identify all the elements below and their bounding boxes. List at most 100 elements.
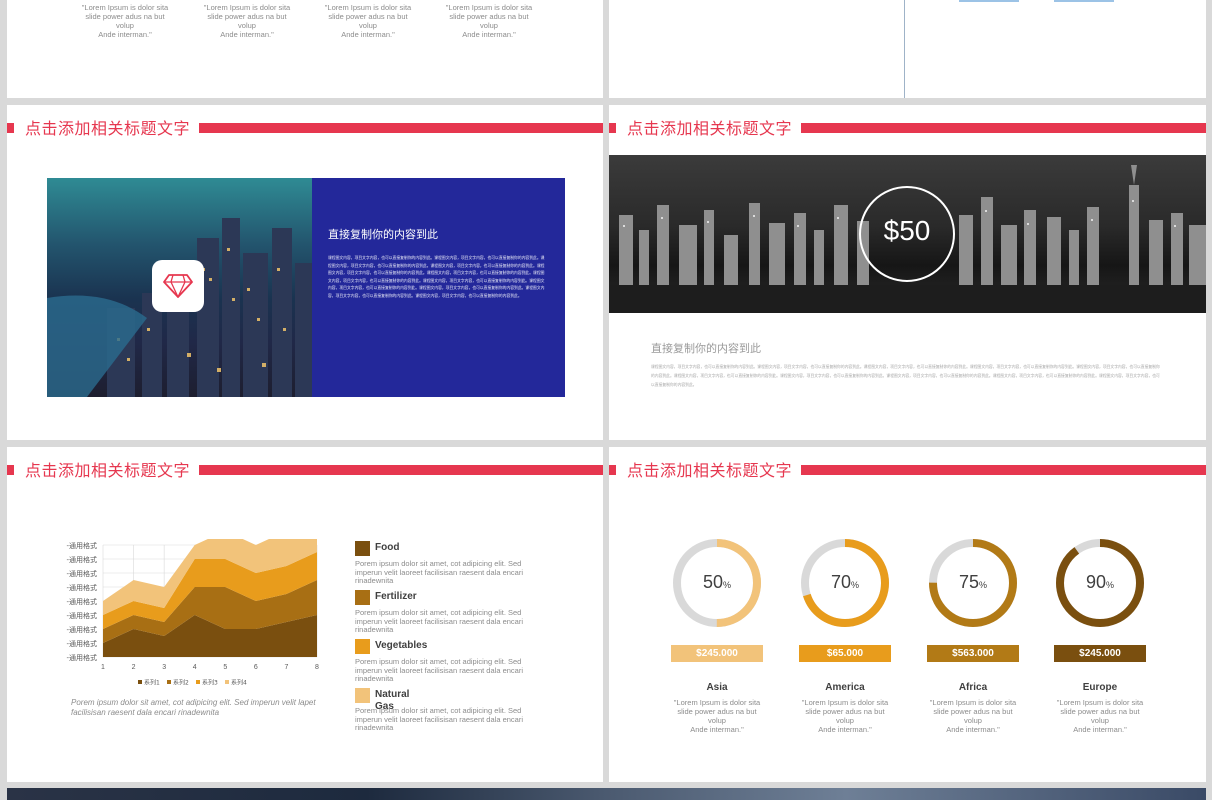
link-stub bbox=[959, 0, 1019, 2]
city-photo bbox=[47, 178, 312, 397]
slide-skyline[interactable]: 点击添加相关标题文字 $50 直接复制你的内容到此 课程图文内容，项目文字内容，… bbox=[609, 105, 1206, 440]
legend-entry-3: 系列3 bbox=[202, 679, 218, 687]
region-label: Africa bbox=[958, 682, 988, 693]
ring-percent-value: 50 bbox=[702, 572, 723, 592]
text-panel: 直接复制你的内容到此 课程图文内容，项目文字内容，也可以直接复制你的内容到此。课… bbox=[312, 178, 565, 397]
x-tick-label: 3 bbox=[162, 664, 166, 671]
quote-line: Ande interman." bbox=[1073, 725, 1127, 734]
legend-swatch-natural-gas bbox=[355, 688, 370, 703]
legend-desc-natural-gas: Porem ipsum dolor sit amet, cot adipicin… bbox=[355, 706, 524, 732]
x-tick-label: 4 bbox=[193, 664, 197, 671]
slide-title: 点击添加相关标题文字 bbox=[627, 119, 793, 138]
y-tick-label: -通用格式 bbox=[66, 653, 97, 662]
slide-title: 点击添加相关标题文字 bbox=[25, 119, 191, 138]
quote-line: Ande interman." bbox=[818, 725, 872, 734]
quote-line: Ande interman." bbox=[946, 725, 1000, 734]
panel-heading: 直接复制你的内容到此 bbox=[328, 228, 438, 241]
y-tick-label: -通用格式 bbox=[66, 639, 97, 648]
region-quote: "Lorem Ipsum is dolor sita slide power ad… bbox=[667, 698, 767, 734]
y-tick-label: -通用格式 bbox=[66, 569, 97, 578]
ring-percent-value: 75 bbox=[958, 572, 979, 592]
legend-desc-food: Porem ipsum dolor sit amet, cot adipicin… bbox=[355, 559, 524, 585]
ring-percent: 75% bbox=[927, 572, 1019, 593]
skyline-heading: 直接复制你的内容到此 bbox=[651, 342, 761, 355]
title-accent bbox=[7, 465, 14, 475]
slide-top-left[interactable]: "Lorem Ipsum is dolor sita slide power a… bbox=[7, 0, 603, 98]
quote-text: "Lorem Ipsum is dolor sita slide power a… bbox=[445, 3, 533, 39]
slide-title: 点击添加相关标题文字 bbox=[627, 461, 793, 480]
x-tick-label: 1 bbox=[101, 664, 105, 671]
region-quote: "Lorem Ipsum is dolor sita slide power ad… bbox=[923, 698, 1023, 734]
ring-percent-unit: % bbox=[979, 580, 988, 590]
quote-text: "Lorem Ipsum is dolor sita slide power a… bbox=[81, 3, 169, 39]
quote-line: volup bbox=[836, 716, 854, 725]
legend-entry-4: 系列4 bbox=[231, 679, 247, 687]
legend-marker-1 bbox=[138, 680, 142, 684]
legend-label-vegetables: Vegetables bbox=[375, 640, 428, 651]
quote-line: volup bbox=[964, 716, 982, 725]
legend-desc-fertilizer: Porem ipsum dolor sit amet, cot adipicin… bbox=[355, 608, 524, 634]
legend-marker-2 bbox=[167, 680, 171, 684]
legend-swatch-fertilizer bbox=[355, 590, 370, 605]
title-accent bbox=[609, 123, 616, 133]
chart-caption: Porem ipsum dolor sit amet, cot adipicin… bbox=[71, 698, 316, 717]
money-badge: $245.000 bbox=[1054, 645, 1146, 662]
skyline-body: 课程图文内容，项目文字内容，也可以直接复制你的内容到此。课程图文内容，项目文字内… bbox=[651, 364, 1160, 387]
region-quote: "Lorem Ipsum is dolor sita slide power ad… bbox=[1050, 698, 1150, 734]
quote-line: slide power adus na but bbox=[677, 707, 757, 716]
ring-percent: 70% bbox=[799, 572, 891, 593]
title-accent bbox=[7, 123, 14, 133]
legend-swatch-food bbox=[355, 541, 370, 556]
diamond-badge bbox=[152, 260, 204, 312]
quote-line: "Lorem Ipsum is dolor sita bbox=[801, 698, 889, 707]
quote-line: "Lorem Ipsum is dolor sita bbox=[929, 698, 1017, 707]
slide-chart[interactable]: 点击添加相关标题文字 -通用格式 -通用格式 -通用格式 -通用格式 -通用格式 -通用格… bbox=[7, 447, 603, 782]
region-quote: "Lorem Ipsum is dolor sita slide power ad… bbox=[795, 698, 895, 734]
legend-swatch-vegetables bbox=[355, 639, 370, 654]
divider-line bbox=[904, 0, 905, 98]
legend-entry-1: 系列1 bbox=[144, 679, 160, 687]
ring-percent-unit: % bbox=[1106, 580, 1115, 590]
y-tick-label: -通用格式 bbox=[66, 597, 97, 606]
y-tick-label: -通用格式 bbox=[66, 611, 97, 620]
ring-percent-unit: % bbox=[723, 580, 732, 590]
quote-line: "Lorem Ipsum is dolor sita bbox=[673, 698, 761, 707]
slide-title: 点击添加相关标题文字 bbox=[25, 461, 191, 480]
slide-city[interactable]: 点击添加相关标题文字 直接复制你的内容到此 课程图文内容，项目文字内容，也可以直… bbox=[7, 105, 603, 440]
legend-label-food: Food bbox=[375, 542, 400, 553]
y-tick-label: -通用格式 bbox=[66, 541, 97, 550]
x-tick-label: 2 bbox=[132, 664, 136, 671]
x-tick-label: 5 bbox=[223, 664, 227, 671]
region-label: Asia bbox=[706, 682, 728, 693]
slide-rings[interactable]: 点击添加相关标题文字 50% $245.000 Asia "Lorem Ipsum i… bbox=[609, 447, 1206, 782]
legend-marker-4 bbox=[225, 680, 229, 684]
quote-line: slide power adus na but bbox=[1060, 707, 1140, 716]
ring-percent: 90% bbox=[1054, 572, 1146, 593]
money-badge: $65.000 bbox=[799, 645, 891, 662]
diamond-icon bbox=[163, 274, 193, 298]
quote-line: Ande interman." bbox=[690, 725, 744, 734]
ring-percent-value: 70 bbox=[830, 572, 851, 592]
slide-bottom-photo[interactable] bbox=[7, 788, 1206, 800]
title-rule bbox=[199, 123, 603, 133]
ring-percent-value: 90 bbox=[1085, 572, 1106, 592]
region-label: America bbox=[825, 682, 865, 693]
ring-percent: 50% bbox=[671, 572, 763, 593]
quote-line: slide power adus na but bbox=[805, 707, 885, 716]
title-rule bbox=[801, 465, 1206, 475]
quote-line: slide power adus na but bbox=[933, 707, 1013, 716]
area-chart: -通用格式 -通用格式 -通用格式 -通用格式 -通用格式 -通用格式 -通用格式 -通用格式… bbox=[66, 539, 319, 687]
y-tick-label: -通用格式 bbox=[66, 625, 97, 634]
price-label: $50 bbox=[883, 215, 931, 246]
link-stub bbox=[1054, 0, 1114, 2]
quote-line: volup bbox=[708, 716, 726, 725]
x-tick-label: 8 bbox=[315, 664, 319, 671]
x-tick-label: 7 bbox=[284, 664, 288, 671]
title-accent bbox=[609, 465, 616, 475]
ring-percent-unit: % bbox=[851, 580, 860, 590]
slide-top-right[interactable] bbox=[609, 0, 1206, 98]
title-rule bbox=[801, 123, 1206, 133]
money-badge: $563.000 bbox=[927, 645, 1019, 662]
quote-text: "Lorem Ipsum is dolor sita slide power a… bbox=[203, 3, 291, 39]
x-tick-label: 6 bbox=[254, 664, 258, 671]
